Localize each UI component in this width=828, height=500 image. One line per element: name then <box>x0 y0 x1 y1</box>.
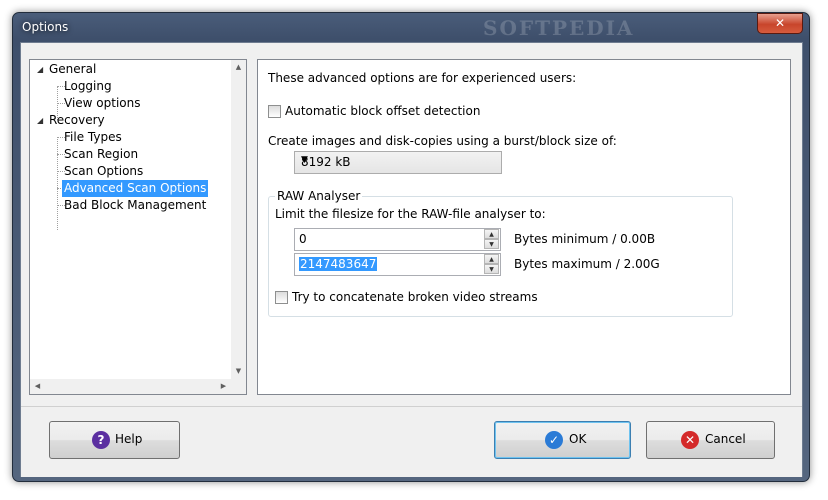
tree-item-scan-options[interactable]: Scan Options <box>64 163 143 180</box>
raw-limit-label: Limit the filesize for the RAW-file anal… <box>275 207 546 221</box>
auto-block-label[interactable]: Automatic block offset detection <box>285 104 480 118</box>
tree-item-scan-region[interactable]: Scan Region <box>64 146 138 163</box>
min-bytes-input[interactable]: 0 <box>299 232 307 246</box>
tree-item-view-options[interactable]: View options <box>64 95 141 112</box>
cancel-icon: ✕ <box>681 431 699 449</box>
max-bytes-label: Bytes maximum / 2.00G <box>514 257 660 271</box>
chevron-down-icon[interactable]: ▼ <box>301 155 496 165</box>
help-icon: ? <box>92 431 110 449</box>
options-tree[interactable]: ◢ General Logging View options ◢ Recover… <box>29 59 247 395</box>
close-icon: ✕ <box>774 16 786 30</box>
scroll-up-icon[interactable]: ▲ <box>231 60 246 75</box>
ok-button[interactable]: ✓ OK <box>494 421 631 459</box>
concat-video-checkbox[interactable] <box>275 291 288 304</box>
advanced-scan-options-panel: These advanced options are for experienc… <box>257 59 791 395</box>
tree-vertical-scrollbar[interactable]: ▲ ▼ <box>231 60 246 379</box>
tree-horizontal-scrollbar[interactable]: ◀ ▶ <box>30 379 231 394</box>
close-button[interactable]: ✕ <box>757 13 803 34</box>
scroll-down-icon[interactable]: ▼ <box>231 364 246 379</box>
max-bytes-input[interactable]: 2147483647 <box>299 257 378 271</box>
max-bytes-spinner[interactable]: 2147483647 ▲ ▼ <box>294 253 501 276</box>
help-button[interactable]: ? Help <box>49 421 180 459</box>
dialog-client-area: ◢ General Logging View options ◢ Recover… <box>20 42 803 477</box>
cancel-button-label: Cancel <box>705 432 746 446</box>
burst-size-combobox[interactable]: 8192 kB ▼ <box>294 151 502 174</box>
auto-block-checkbox[interactable] <box>268 105 281 118</box>
watermark: SOFTPEDIA <box>483 16 635 40</box>
dialog-footer: ? Help ✓ OK ✕ Cancel <box>21 406 802 477</box>
tree-item-file-types[interactable]: File Types <box>64 129 122 146</box>
window-title: Options <box>22 20 69 34</box>
expand-arrow-icon[interactable]: ◢ <box>37 61 46 78</box>
expand-arrow-icon[interactable]: ◢ <box>37 112 46 129</box>
intro-text: These advanced options are for experienc… <box>268 71 577 85</box>
tree-item-bad-block-management[interactable]: Bad Block Management <box>64 197 206 214</box>
ok-button-label: OK <box>569 432 587 446</box>
tree-item-logging[interactable]: Logging <box>64 78 112 95</box>
min-bytes-label: Bytes minimum / 0.00B <box>514 232 656 246</box>
spin-up-icon[interactable]: ▲ <box>484 254 499 264</box>
burst-size-label: Create images and disk-copies using a bu… <box>268 134 617 148</box>
scroll-right-icon[interactable]: ▶ <box>216 379 231 394</box>
concat-video-label[interactable]: Try to concatenate broken video streams <box>292 290 538 304</box>
tree-item-general[interactable]: General <box>49 61 96 78</box>
help-button-label: Help <box>115 432 143 446</box>
tree-item-advanced-scan-options[interactable]: Advanced Scan Options <box>62 180 209 197</box>
spin-down-icon[interactable]: ▼ <box>484 239 499 249</box>
tree-line <box>57 137 58 230</box>
raw-analyser-legend: RAW Analyser <box>275 189 363 203</box>
options-window: Options SOFTPEDIA ✕ ◢ General Logging Vi… <box>12 12 810 482</box>
spin-up-icon[interactable]: ▲ <box>484 229 499 239</box>
scrollbar-corner <box>231 379 246 394</box>
raw-analyser-group: RAW Analyser Limit the filesize for the … <box>268 189 733 317</box>
tree-item-recovery[interactable]: Recovery <box>49 112 105 129</box>
title-bar[interactable]: Options SOFTPEDIA ✕ <box>13 13 809 41</box>
spin-down-icon[interactable]: ▼ <box>484 264 499 274</box>
check-icon: ✓ <box>545 431 563 449</box>
min-bytes-spinner[interactable]: 0 ▲ ▼ <box>294 228 501 251</box>
cancel-button[interactable]: ✕ Cancel <box>646 421 775 459</box>
scroll-left-icon[interactable]: ◀ <box>30 379 45 394</box>
